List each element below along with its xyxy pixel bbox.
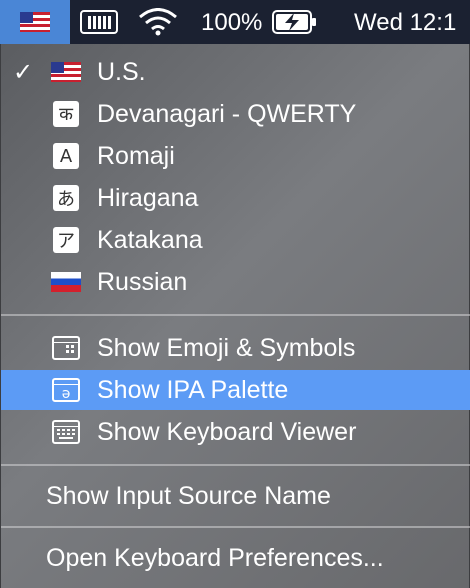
menu-item-hiragana[interactable]: あ Hiragana	[1, 178, 470, 218]
us-flag-icon	[51, 62, 81, 82]
checkmark-icon: ✓	[13, 58, 34, 86]
menu-item-russian[interactable]: Russian	[1, 262, 470, 302]
menu-item-romaji[interactable]: A Romaji	[1, 136, 470, 176]
menu-item-show-ipa-palette[interactable]: ə Show IPA Palette	[1, 370, 470, 410]
battery-charging-icon[interactable]	[272, 10, 318, 34]
menu-item-label: Open Keyboard Preferences...	[46, 543, 384, 572]
menu-item-label: Russian	[97, 267, 188, 296]
katakana-icon: ア	[53, 227, 79, 253]
menu-item-label: Devanagari - QWERTY	[97, 99, 357, 128]
romaji-icon: A	[53, 143, 79, 169]
input-source-menu: ✓ U.S. क Devanagari - QWERTY A Romaji あ …	[0, 44, 470, 588]
menu-item-devanagari-qwerty[interactable]: क Devanagari - QWERTY	[1, 94, 470, 134]
emoji-symbols-icon	[52, 336, 80, 360]
menu-item-label: Show IPA Palette	[97, 375, 289, 404]
us-flag-icon	[20, 12, 50, 32]
input-source-menu-button[interactable]	[0, 0, 70, 44]
menu-item-label: Show Emoji & Symbols	[97, 333, 356, 362]
menu-item-label: U.S.	[97, 57, 146, 86]
russia-flag-icon	[51, 272, 81, 292]
menu-item-show-keyboard-viewer[interactable]: Show Keyboard Viewer	[1, 412, 470, 452]
menu-item-open-keyboard-preferences[interactable]: Open Keyboard Preferences...	[1, 538, 470, 578]
svg-text:ə: ə	[62, 386, 71, 401]
menu-item-label: Hiragana	[97, 183, 199, 212]
menu-item-label: Romaji	[97, 141, 175, 170]
menu-bar: 100% Wed 12:1	[0, 0, 470, 44]
menu-item-show-emoji-symbols[interactable]: Show Emoji & Symbols	[1, 328, 470, 368]
ipa-palette-icon: ə	[52, 378, 80, 402]
hiragana-icon: あ	[53, 185, 79, 211]
devanagari-icon: क	[53, 101, 79, 127]
menu-item-us[interactable]: ✓ U.S.	[1, 52, 470, 92]
menu-item-show-input-source-name[interactable]: Show Input Source Name	[1, 476, 470, 516]
wifi-icon[interactable]	[138, 8, 178, 36]
menu-item-label: Katakana	[97, 225, 203, 254]
battery-percent: 100%	[201, 9, 263, 36]
menu-item-label: Show Input Source Name	[46, 481, 331, 510]
menu-item-label: Show Keyboard Viewer	[97, 417, 357, 446]
menu-item-katakana[interactable]: ア Katakana	[1, 220, 470, 260]
keyboard-viewer-icon	[52, 420, 80, 444]
clock[interactable]: Wed 12:1	[354, 9, 456, 37]
menu-separator	[1, 464, 470, 466]
menu-separator	[1, 314, 470, 316]
memory-meter-icon[interactable]	[80, 10, 118, 34]
menu-separator	[1, 526, 470, 528]
